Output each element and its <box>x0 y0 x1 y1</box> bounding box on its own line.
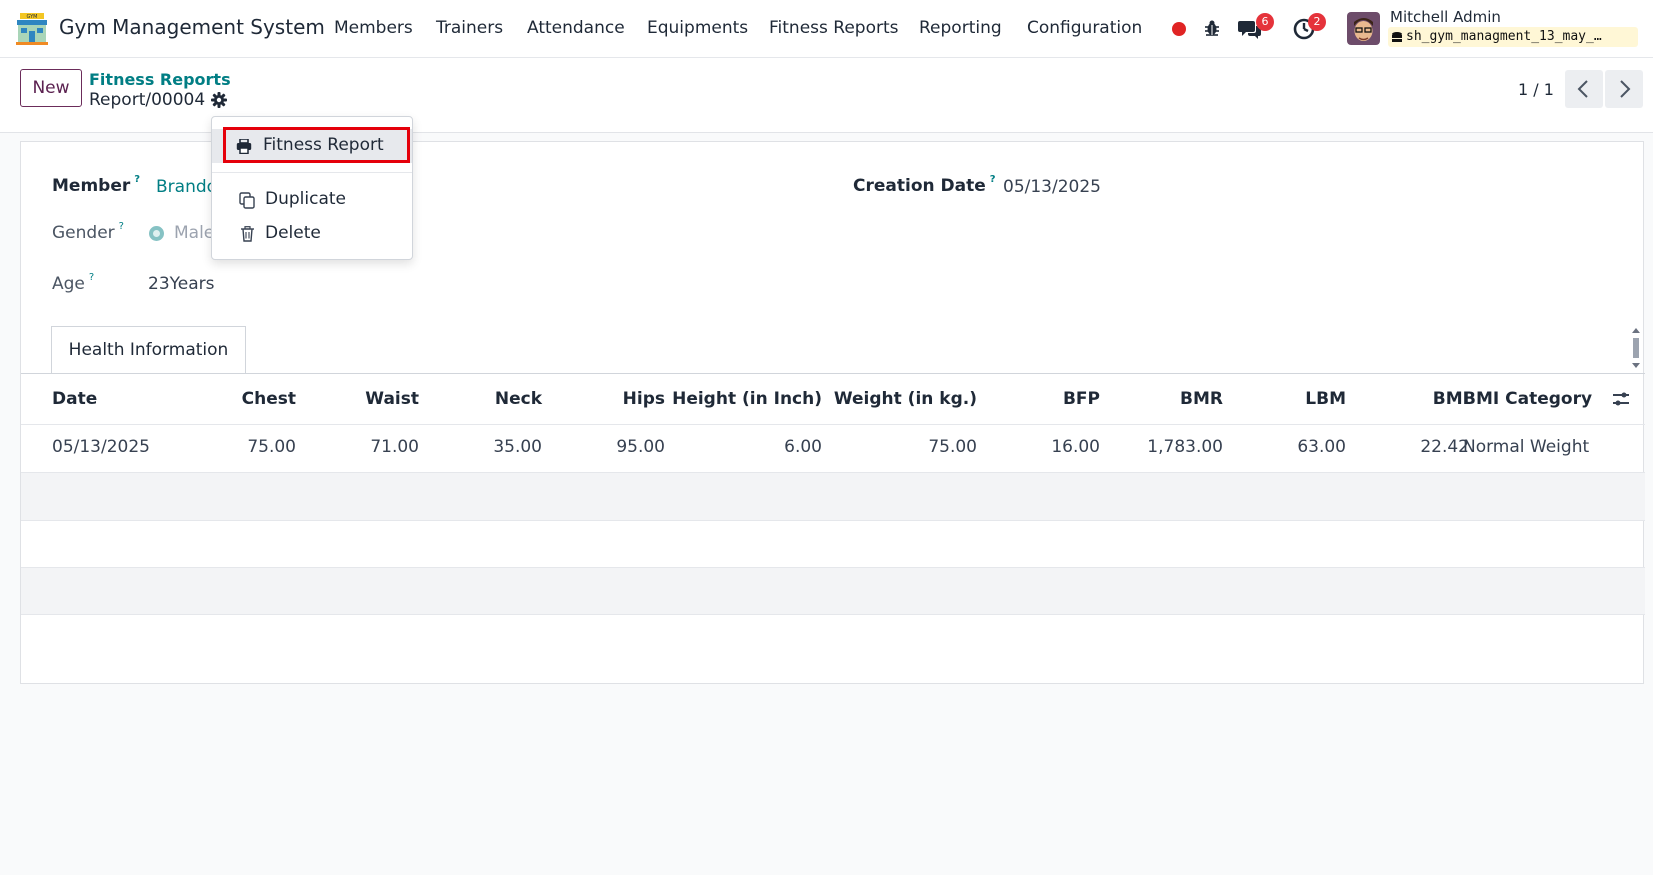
breadcrumb-current: Report/00004 <box>89 90 206 110</box>
member-label: Member? <box>52 174 140 196</box>
pager-next-button[interactable] <box>1605 70 1643 108</box>
tab-health-information[interactable]: Health Information <box>51 326 246 374</box>
menu-item-duplicate-label: Duplicate <box>265 189 346 209</box>
empty-row <box>21 473 1645 520</box>
menu-attendance[interactable]: Attendance <box>527 18 625 38</box>
cell-hips[interactable]: 95.00 <box>616 437 665 457</box>
age-value: 23Years <box>148 274 215 294</box>
column-header-waist[interactable]: Waist <box>365 389 419 409</box>
cell-bmr[interactable]: 1,783.00 <box>1147 437 1223 457</box>
help-icon[interactable]: ? <box>134 174 140 185</box>
column-header-bmr[interactable]: BMR <box>1180 389 1223 409</box>
chevron-right-icon <box>1620 80 1631 98</box>
database-name[interactable]: sh_gym_managment_13_may_… <box>1388 27 1638 47</box>
activities-badge: 2 <box>1308 13 1326 31</box>
top-navbar: GYM Gym Management System Members Traine… <box>0 0 1653 58</box>
gender-male-radio[interactable] <box>149 226 164 241</box>
trash-icon <box>241 226 254 242</box>
cell-lbm[interactable]: 63.00 <box>1297 437 1346 457</box>
copy-icon <box>239 192 255 209</box>
menu-item-duplicate[interactable]: Duplicate <box>212 183 412 217</box>
column-header-hips[interactable]: Hips <box>623 389 665 409</box>
cell-bmi-category[interactable]: Normal Weight <box>1463 437 1589 457</box>
creation-date-label-text: Creation Date <box>853 176 986 196</box>
member-label-text: Member <box>52 176 131 196</box>
creation-date-label: Creation Date? <box>853 174 996 196</box>
age-label-text: Age <box>52 274 85 294</box>
column-header-neck[interactable]: Neck <box>495 389 542 409</box>
menu-item-delete[interactable]: Delete <box>212 217 412 251</box>
column-header-height[interactable]: Height (in Inch) <box>672 389 822 409</box>
cell-chest[interactable]: 75.00 <box>247 437 296 457</box>
gender-label-text: Gender <box>52 223 115 243</box>
menu-item-delete-label: Delete <box>265 223 321 243</box>
pager-value[interactable]: 1 / 1 <box>1518 80 1554 99</box>
svg-text:GYM: GYM <box>27 14 38 20</box>
column-header-chest[interactable]: Chest <box>242 389 296 409</box>
gender-male-label[interactable]: Male <box>174 223 214 243</box>
column-header-lbm[interactable]: LBM <box>1305 389 1346 409</box>
header-divider <box>21 424 1645 425</box>
database-icon <box>1392 31 1402 47</box>
menu-configuration[interactable]: Configuration <box>1027 18 1142 38</box>
menu-members[interactable]: Members <box>334 18 413 38</box>
row-divider <box>21 614 1645 615</box>
gear-icon[interactable] <box>211 92 227 112</box>
menu-equipments[interactable]: Equipments <box>647 18 748 38</box>
empty-row <box>21 568 1645 615</box>
menu-trainers[interactable]: Trainers <box>436 18 503 38</box>
user-name[interactable]: Mitchell Admin <box>1390 8 1501 26</box>
row-divider <box>21 520 1645 521</box>
database-label: sh_gym_managment_13_may_… <box>1406 29 1602 44</box>
tab-divider <box>21 373 1645 374</box>
help-icon[interactable]: ? <box>89 272 94 283</box>
red-dot-icon[interactable] <box>1172 21 1186 40</box>
cell-bmi[interactable]: 22.42 <box>1420 437 1469 457</box>
app-title[interactable]: Gym Management System <box>59 15 325 39</box>
menu-reporting[interactable]: Reporting <box>919 18 1002 38</box>
cell-neck[interactable]: 35.00 <box>493 437 542 457</box>
column-header-bfp[interactable]: BFP <box>1063 389 1100 409</box>
dropdown-divider <box>212 172 412 173</box>
tab-scroll-control[interactable] <box>1630 326 1642 370</box>
new-button[interactable]: New <box>20 69 82 107</box>
cell-weight[interactable]: 75.00 <box>928 437 977 457</box>
gym-logo-icon[interactable]: GYM <box>16 13 48 45</box>
column-header-date[interactable]: Date <box>52 389 97 409</box>
user-avatar[interactable] <box>1347 12 1380 45</box>
help-icon[interactable]: ? <box>119 221 124 232</box>
optional-columns-icon[interactable] <box>1612 390 1630 412</box>
breadcrumb-parent[interactable]: Fitness Reports <box>89 70 231 89</box>
age-label: Age? <box>52 272 94 294</box>
messages-badge: 6 <box>1256 13 1274 31</box>
cell-height[interactable]: 6.00 <box>784 437 822 457</box>
creation-date-value[interactable]: 05/13/2025 <box>1003 177 1101 197</box>
highlight-annotation-box <box>223 127 410 163</box>
gender-label: Gender? <box>52 221 124 243</box>
menu-fitness-reports[interactable]: Fitness Reports <box>769 18 899 38</box>
column-header-weight[interactable]: Weight (in kg.) <box>834 389 977 409</box>
help-icon[interactable]: ? <box>990 174 996 185</box>
pager-previous-button[interactable] <box>1565 70 1603 108</box>
cell-date[interactable]: 05/13/2025 <box>52 437 150 457</box>
column-header-bmi-category[interactable]: BMI Category <box>1463 389 1592 409</box>
cell-waist[interactable]: 71.00 <box>370 437 419 457</box>
cell-bfp[interactable]: 16.00 <box>1051 437 1100 457</box>
bug-icon[interactable] <box>1203 19 1221 41</box>
member-field[interactable]: Brando <box>156 177 217 197</box>
chevron-left-icon <box>1577 80 1588 98</box>
